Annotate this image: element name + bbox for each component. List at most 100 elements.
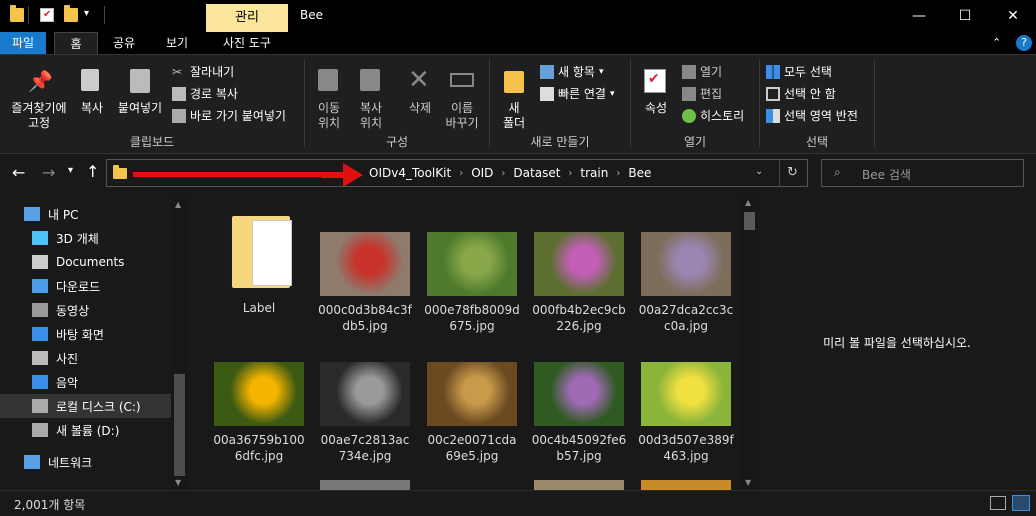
move-to-button[interactable]: 이동 위치 bbox=[310, 59, 348, 131]
properties-button[interactable]: ✔ 속성 bbox=[636, 59, 676, 131]
search-box[interactable]: ⌕ Bee 검색 bbox=[821, 159, 1024, 187]
nav-item-4[interactable]: 동영상 bbox=[0, 298, 172, 322]
image-file-item[interactable]: 00c2e0071cda69e5.jpg bbox=[424, 338, 520, 464]
address-dropdown-icon[interactable]: ⌄ bbox=[755, 166, 763, 177]
content-scrollbar[interactable]: ▲ ▼ bbox=[741, 194, 758, 490]
new-item-button[interactable]: 새 항목 ▾ bbox=[540, 63, 603, 80]
image-thumbnail[interactable] bbox=[320, 480, 410, 490]
image-file-item[interactable]: 000c0d3b84c3fdb5.jpg bbox=[317, 208, 413, 334]
nav-item-2[interactable]: Documents bbox=[0, 250, 172, 274]
nav-item-label: 3D 개체 bbox=[56, 231, 99, 246]
nav-item-label: 음악 bbox=[56, 375, 79, 390]
tab-home[interactable]: 홈 bbox=[54, 32, 98, 54]
tab-picture-tools[interactable]: 사진 도구 bbox=[206, 32, 288, 54]
edit-icon bbox=[682, 86, 696, 101]
tab-file[interactable]: 파일 bbox=[0, 32, 46, 54]
nav-scrollbar[interactable]: ▲ ▼ bbox=[171, 194, 188, 490]
nav-item-7[interactable]: 음악 bbox=[0, 370, 172, 394]
image-file-item[interactable]: 00ae7c2813ac734e.jpg bbox=[317, 338, 413, 464]
group-label-organize: 구성 bbox=[385, 135, 409, 149]
video-icon bbox=[32, 303, 48, 317]
rename-icon bbox=[450, 73, 474, 87]
copy-path-icon bbox=[172, 86, 186, 101]
image-thumbnail bbox=[320, 362, 410, 426]
open-button[interactable]: 열기 bbox=[682, 63, 722, 80]
new-folder-quick-icon[interactable] bbox=[64, 5, 78, 22]
breadcrumb-oid[interactable]: OID bbox=[471, 166, 493, 180]
ribbon-tabs: 파일 홈 공유 보기 사진 도구 ⌃ ? bbox=[0, 32, 1036, 54]
maximize-button[interactable]: ☐ bbox=[942, 0, 988, 32]
image-file-item[interactable]: 000e78fb8009d675.jpg bbox=[424, 208, 520, 334]
nav-scrollbar-thumb[interactable] bbox=[174, 374, 185, 476]
nav-item-9[interactable]: 새 볼륨 (D:) bbox=[0, 418, 172, 442]
context-tab-manage[interactable]: 관리 bbox=[206, 4, 288, 32]
cube-icon bbox=[32, 231, 48, 245]
collapse-ribbon-icon[interactable]: ⌃ bbox=[992, 36, 1001, 49]
group-label-new: 새로 만들기 bbox=[530, 135, 590, 149]
back-arrow-icon[interactable]: ← bbox=[12, 163, 25, 182]
image-file-item[interactable]: 00c4b45092fe6b57.jpg bbox=[531, 338, 627, 464]
easy-access-button[interactable]: 빠른 연결 ▾ bbox=[540, 85, 615, 102]
close-button[interactable]: ✕ bbox=[990, 0, 1036, 32]
nav-item-1[interactable]: 3D 개체 bbox=[0, 226, 172, 250]
properties-label: 속성 bbox=[644, 101, 668, 115]
preview-pane: 미리 볼 파일을 선택하십시오. bbox=[758, 194, 1036, 490]
image-file-item[interactable]: 00d3d507e389f463.jpg bbox=[638, 338, 734, 464]
image-thumbnail bbox=[534, 232, 624, 296]
file-name: Label bbox=[242, 301, 276, 315]
address-bar[interactable]: OIDv4_ToolKit › OID › Dataset › train › … bbox=[106, 159, 808, 187]
nav-item-10[interactable]: 네트워크 bbox=[0, 450, 172, 474]
up-arrow-icon[interactable]: ↑ bbox=[86, 162, 99, 181]
cut-button[interactable]: ✂ 잘라내기 bbox=[172, 63, 234, 80]
copy-path-button[interactable]: 경로 복사 bbox=[172, 85, 238, 102]
invert-selection-button[interactable]: 선택 영역 반전 bbox=[766, 107, 858, 124]
copy-path-label: 경로 복사 bbox=[190, 87, 238, 101]
delete-button[interactable]: ✕ 삭제 bbox=[400, 59, 440, 131]
nav-item-5[interactable]: 바탕 화면 bbox=[0, 322, 172, 346]
delete-label: 삭제 bbox=[408, 101, 432, 115]
history-button[interactable]: 히스토리 bbox=[682, 107, 744, 124]
breadcrumb-dataset[interactable]: Dataset bbox=[513, 166, 560, 180]
content-scrollbar-thumb[interactable] bbox=[744, 212, 755, 230]
refresh-icon[interactable]: ↻ bbox=[787, 165, 798, 180]
nav-item-0[interactable]: 내 PC bbox=[0, 202, 172, 226]
edit-button[interactable]: 편집 bbox=[682, 85, 722, 102]
forward-arrow-icon[interactable]: → bbox=[42, 163, 55, 182]
tab-share[interactable]: 공유 bbox=[104, 32, 144, 54]
image-thumbnail[interactable] bbox=[534, 480, 624, 490]
quick-access-dropdown-icon[interactable]: ▾ bbox=[84, 8, 89, 19]
image-file-item[interactable]: 00a36759b1006dfc.jpg bbox=[211, 338, 307, 464]
image-thumbnail[interactable] bbox=[641, 480, 731, 490]
folder-item[interactable]: Label bbox=[211, 208, 307, 316]
breadcrumb-oidv4-toolkit[interactable]: OIDv4_ToolKit bbox=[369, 166, 451, 180]
nav-item-8[interactable]: 로컬 디스크 (C:) bbox=[0, 394, 172, 418]
search-icon: ⌕ bbox=[834, 165, 841, 179]
rename-button[interactable]: 이름 바꾸기 bbox=[442, 59, 482, 131]
select-none-button[interactable]: 선택 안 함 bbox=[766, 85, 836, 102]
nav-item-3[interactable]: 다운로드 bbox=[0, 274, 172, 298]
copy-icon bbox=[81, 69, 99, 91]
recent-locations-chevron-icon[interactable]: ▾ bbox=[68, 165, 73, 176]
details-view-icon[interactable] bbox=[990, 496, 1006, 510]
tab-view[interactable]: 보기 bbox=[154, 32, 200, 54]
picture-icon bbox=[32, 351, 48, 365]
nav-item-6[interactable]: 사진 bbox=[0, 346, 172, 370]
breadcrumb-train[interactable]: train bbox=[580, 166, 608, 180]
minimize-button[interactable]: — bbox=[896, 0, 942, 32]
properties-quick-icon[interactable]: ✔ bbox=[40, 8, 54, 22]
paste-button[interactable]: 붙여넣기 bbox=[114, 59, 166, 131]
image-file-item[interactable]: 000fb4b2ec9cb226.jpg bbox=[531, 208, 627, 334]
nav-item-label: Documents bbox=[56, 255, 125, 269]
copy-button[interactable]: 복사 bbox=[74, 59, 110, 131]
new-folder-button[interactable]: 새 폴더 bbox=[496, 59, 532, 131]
pin-to-quick-access-button[interactable]: 📌 즐겨찾기에 고정 bbox=[8, 59, 70, 131]
status-bar: 2,001개 항목 bbox=[0, 490, 1036, 516]
copy-to-button[interactable]: 복사 위치 bbox=[352, 59, 390, 131]
navigation-row: ← → ▾ ↑ OIDv4_ToolKit › OID › Dataset › … bbox=[0, 155, 1036, 193]
large-icons-view-icon[interactable] bbox=[1012, 495, 1030, 511]
breadcrumb-bee[interactable]: Bee bbox=[628, 166, 651, 180]
image-file-item[interactable]: 00a27dca2cc3cc0a.jpg bbox=[638, 208, 734, 334]
paste-shortcut-button[interactable]: 바로 가기 붙여넣기 bbox=[172, 107, 286, 124]
select-all-button[interactable]: 모두 선택 bbox=[766, 63, 832, 80]
help-icon[interactable]: ? bbox=[1016, 35, 1032, 51]
